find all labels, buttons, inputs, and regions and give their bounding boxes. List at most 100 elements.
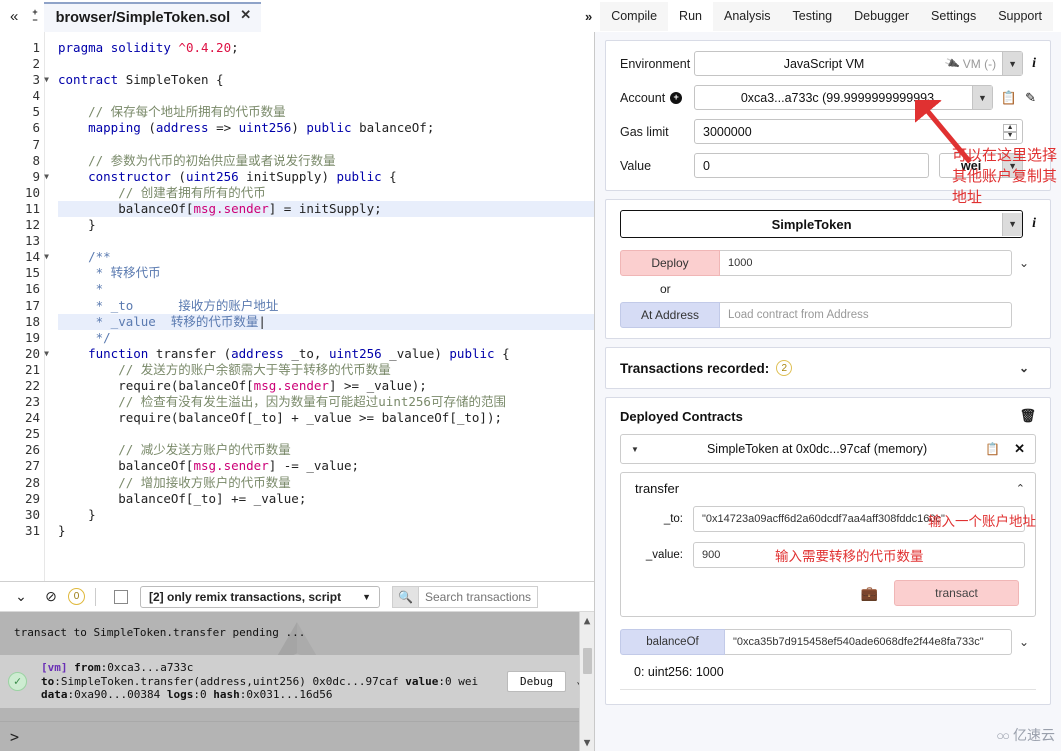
edit-icon[interactable]: ✎: [1025, 90, 1036, 106]
tab-analysis[interactable]: Analysis: [712, 1, 782, 31]
transaction-entry[interactable]: ✓ [vm] from:0xca3...a733c to:SimpleToken…: [0, 655, 594, 708]
environment-tag: 🔌 VM (-): [944, 56, 1002, 72]
copy-icon[interactable]: 📋: [1001, 90, 1017, 106]
at-address-button[interactable]: At Address: [620, 302, 720, 328]
environment-select[interactable]: JavaScript VM 🔌 VM (-) ▼: [694, 51, 1024, 76]
line-number: 23: [24, 394, 40, 410]
no-entry-icon[interactable]: ⊘: [36, 588, 66, 605]
file-tab[interactable]: browser/SimpleToken.sol ✕: [43, 2, 262, 32]
from-value: 0xca3...a733c: [107, 661, 194, 674]
terminal-output[interactable]: transact to SimpleToken.transfer pending…: [0, 612, 594, 751]
tab-debugger[interactable]: Debugger: [843, 1, 921, 31]
scroll-up-icon[interactable]: ▲: [584, 612, 591, 629]
value-input[interactable]: 0: [694, 153, 930, 178]
balanceof-button[interactable]: balanceOf: [620, 629, 725, 655]
line-number: 15: [24, 265, 40, 281]
transact-button[interactable]: transact: [894, 580, 1019, 606]
terminal-search: 🔍: [392, 585, 538, 608]
trash-icon[interactable]: 🗑: [1019, 408, 1036, 424]
contract-name: SimpleToken: [771, 216, 852, 232]
code-line: // 参数为代币的初始供应量或者说发行数量: [58, 152, 336, 168]
chevron-down-icon[interactable]: ▼: [1002, 52, 1023, 75]
info-icon[interactable]: i: [1032, 56, 1036, 72]
code-line: balanceOf[_to] += _value;: [58, 490, 307, 506]
scroll-down-icon[interactable]: ▼: [584, 734, 591, 751]
line-number: 25: [24, 426, 40, 442]
contract-select[interactable]: SimpleToken ▼: [620, 210, 1024, 238]
menu-tabs: » Compile Run Analysis Testing Debugger …: [577, 0, 1061, 32]
terminal-scrollbar[interactable]: ▲ ▼: [579, 612, 594, 751]
minus-icon[interactable]: −: [32, 16, 37, 25]
stepper-up-icon[interactable]: ▲: [1003, 123, 1018, 132]
line-number: 2: [32, 56, 40, 72]
chevrons-down-icon[interactable]: ⌄: [6, 588, 36, 605]
line-number: 9 ▼: [32, 168, 49, 184]
stepper-down-icon[interactable]: ▼: [1003, 131, 1018, 140]
run-panel-scroll: Environment JavaScript VM 🔌 VM (-) ▼ i A…: [595, 32, 1061, 751]
check-circle-icon: ✓: [8, 671, 27, 691]
briefcase-icon[interactable]: 💼: [861, 585, 878, 602]
contract-instance-header[interactable]: ▼ SimpleToken at 0x0dc...97caf (memory) …: [620, 434, 1036, 464]
account-label-text: Account: [620, 90, 666, 105]
tab-support[interactable]: Support: [987, 1, 1053, 31]
line-number: 24: [24, 410, 40, 426]
chevron-down-icon[interactable]: ▼: [971, 86, 992, 109]
plus-circle-icon[interactable]: +: [670, 91, 683, 104]
copy-icon[interactable]: 📋: [985, 442, 1000, 456]
gas-limit-input[interactable]: 3000000 ▲ ▼: [694, 119, 1024, 144]
terminal-filter-select[interactable]: [2] only remix transactions, script ▼: [140, 585, 380, 608]
deploy-row: Deploy 1000 ⌄: [620, 250, 1036, 276]
code-line: require(balanceOf[_to] + _value >= balan…: [58, 410, 503, 426]
code-line: *: [58, 281, 104, 297]
line-number: 26: [24, 442, 40, 458]
info-icon[interactable]: i: [1032, 216, 1036, 232]
param-label-to: _to:: [663, 513, 683, 525]
search-icon[interactable]: 🔍: [392, 585, 418, 608]
chevron-up-icon[interactable]: ⌃: [1016, 482, 1025, 495]
prompt-caret: >: [10, 727, 20, 746]
transactions-recorded-count: 2: [776, 360, 793, 376]
search-input[interactable]: [418, 585, 538, 608]
chevron-down-icon[interactable]: ▼: [1002, 212, 1023, 236]
main-body: 1 2 3 ▼ 4 5 6 7 8 9 ▼ 10 11 12 13 14 ▼ 15 16 17 18 19 20 ▼ 21 22 2…: [0, 32, 1061, 751]
chevrons-left-icon[interactable]: «: [10, 9, 18, 24]
environment-tag-label: VM (-): [962, 56, 997, 71]
tab-settings[interactable]: Settings: [920, 1, 988, 31]
debug-button[interactable]: Debug: [507, 670, 567, 692]
param-input-to[interactable]: "0x14723a09acff6d2a60dcdf7aa4aff308fddc1…: [693, 506, 1025, 532]
font-size-controls[interactable]: + −: [32, 8, 37, 25]
stepper-icon[interactable]: ▲ ▼: [1002, 123, 1018, 140]
transactions-recorded-card[interactable]: Transactions recorded: 2 ⌄: [605, 347, 1051, 389]
at-address-input[interactable]: Load contract from Address: [720, 302, 1012, 328]
terminal-filter-checkbox[interactable]: [114, 589, 128, 604]
value-label: Value: [620, 158, 652, 173]
chevron-down-icon[interactable]: ⌄: [1012, 635, 1036, 649]
code-line: * 转移代币: [58, 265, 161, 281]
code-line: balanceOf[msg.sender] = initSupply;: [58, 200, 594, 218]
tab-compile[interactable]: Compile: [600, 1, 669, 31]
balanceof-input[interactable]: "0xca35b7d915458ef540ade6068dfe2f44e8fa7…: [725, 629, 1012, 655]
close-icon[interactable]: ✕: [240, 7, 251, 23]
deploy-args-input[interactable]: 1000: [720, 250, 1012, 276]
chevrons-right-icon[interactable]: »: [577, 9, 600, 24]
deploy-button[interactable]: Deploy: [620, 250, 720, 276]
value-unit-select[interactable]: wei ▼: [939, 153, 1024, 178]
chevron-down-icon[interactable]: ⌄: [1012, 256, 1036, 270]
tab-run[interactable]: Run: [668, 1, 713, 31]
transactions-recorded-row[interactable]: Transactions recorded: 2 ⌄: [620, 360, 1036, 376]
tab-testing[interactable]: Testing: [781, 1, 844, 31]
caret-down-icon[interactable]: ▼: [631, 445, 649, 454]
account-select[interactable]: 0xca3...a733c (99.9999999999993 ▼: [694, 85, 993, 110]
close-icon[interactable]: ✕: [1014, 441, 1025, 457]
code-content[interactable]: pragma solidity ^0.4.20; contract Simple…: [44, 40, 594, 539]
param-input-value[interactable]: 900: [693, 542, 1025, 568]
terminal-prompt[interactable]: >: [0, 721, 594, 751]
chevron-down-icon[interactable]: ⌄: [1012, 361, 1036, 375]
chevron-down-icon[interactable]: ▼: [1002, 154, 1023, 177]
code-line: mapping (address => uint256) public bala…: [88, 120, 435, 136]
deployed-contracts-title: Deployed Contracts: [620, 408, 743, 424]
code-editor[interactable]: 1 2 3 ▼ 4 5 6 7 8 9 ▼ 10 11 12 13 14 ▼ 15 16 17 18 19 20 ▼ 21 22 2…: [0, 32, 594, 581]
function-title-row[interactable]: transfer ⌃: [631, 481, 1025, 496]
scrollbar-thumb[interactable]: [582, 647, 592, 674]
